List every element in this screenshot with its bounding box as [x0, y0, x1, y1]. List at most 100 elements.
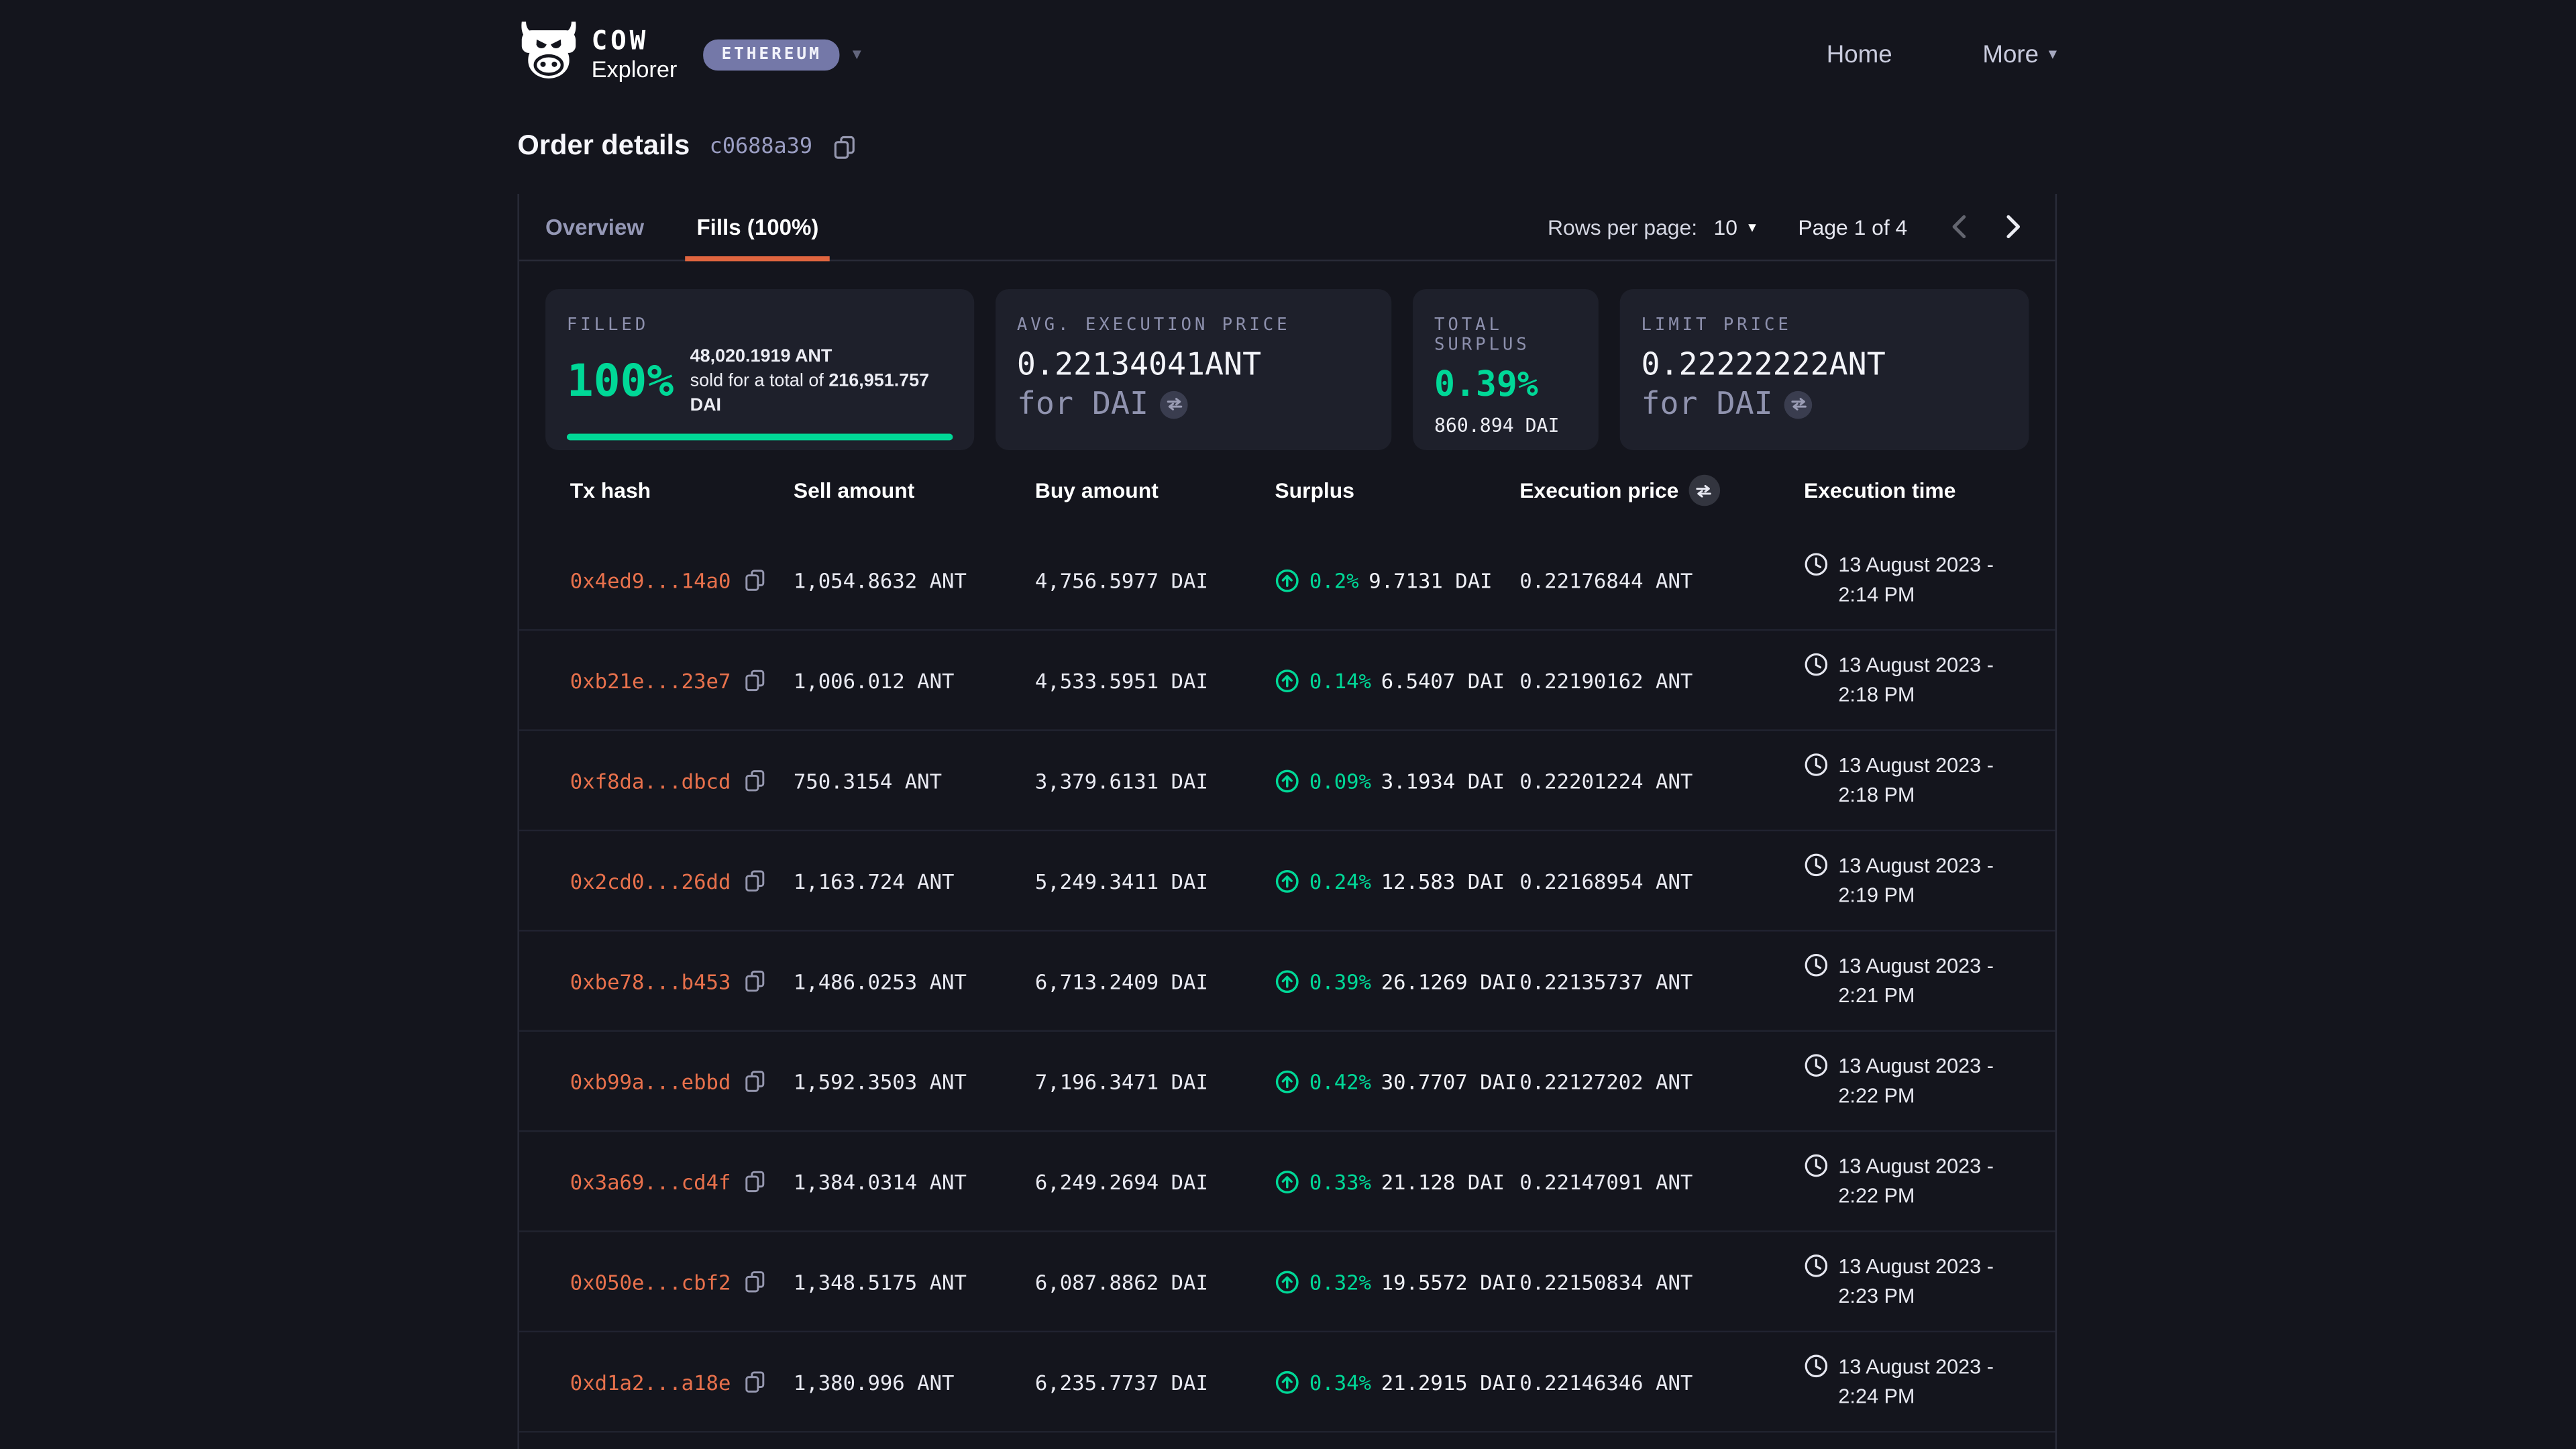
limit-price-unit: for DAI — [1642, 386, 1773, 423]
buy-amount: 6,235.7737 DAI — [1035, 1369, 1275, 1394]
execution-price: 0.22146346 ANT — [1519, 1369, 1804, 1394]
buy-amount: 4,756.5977 DAI — [1035, 568, 1275, 592]
buy-amount: 6,249.2694 DAI — [1035, 1169, 1275, 1193]
surplus-percent: 0.32% — [1309, 1269, 1371, 1294]
surplus-amount: 6.5407 DAI — [1381, 668, 1505, 693]
surplus-amount: 21.2915 DAI — [1381, 1369, 1517, 1394]
total-surplus-amount: 860.894 DAI — [1434, 414, 1577, 437]
execution-time: 13 August 2023 - 2:19 PM — [1838, 851, 2032, 910]
column-execution-price: Execution price — [1519, 475, 1804, 506]
rows-per-page-select[interactable]: 10 ▼ — [1714, 215, 1759, 239]
page-title: Order details — [517, 129, 690, 162]
clock-icon — [1804, 953, 1829, 985]
tab-overview[interactable]: Overview — [519, 194, 670, 260]
filled-percent: 100% — [567, 356, 674, 407]
execution-price: 0.22190162 ANT — [1519, 668, 1804, 693]
cow-logo-icon — [517, 21, 580, 87]
sell-amount: 1,006.012 ANT — [794, 668, 1035, 693]
cow-explorer-logo[interactable]: COW Explorer — [517, 21, 677, 87]
surplus-up-arrow-icon — [1275, 969, 1299, 994]
surplus-amount: 30.7707 DAI — [1381, 1069, 1517, 1093]
network-badge[interactable]: ETHEREUM — [704, 39, 840, 70]
avg-execution-price-card: AVG. EXECUTION PRICE 0.22134041ANT for D… — [996, 289, 1391, 450]
total-surplus-label: TOTAL SURPLUS — [1434, 315, 1577, 355]
order-hash[interactable]: c0688a39 — [710, 134, 812, 159]
pagination-controls: Rows per page: 10 ▼ Page 1 of 4 — [1548, 213, 2055, 239]
limit-price-value: 0.22222222ANT — [1642, 347, 2008, 383]
tx-hash-link[interactable]: 0xb99a...ebbd — [570, 1069, 731, 1093]
surplus-up-arrow-icon — [1275, 1169, 1299, 1193]
order-fills-panel: Overview Fills (100%) Rows per page: 10 … — [517, 194, 2057, 1449]
copy-tx-hash-icon[interactable] — [744, 1069, 765, 1092]
clock-icon — [1804, 1253, 1829, 1286]
avg-execution-price-label: AVG. EXECUTION PRICE — [1017, 315, 1371, 335]
tx-hash-link[interactable]: 0x3a69...cd4f — [570, 1169, 731, 1193]
surplus-amount: 26.1269 DAI — [1381, 969, 1517, 994]
clock-icon — [1804, 1053, 1829, 1085]
fills-table-body: 0x4ed9...14a0 1,054.8632 ANT 4,756.5977 … — [519, 531, 2055, 1432]
column-buy-amount: Buy amount — [1035, 478, 1275, 503]
sell-amount: 1,163.724 ANT — [794, 868, 1035, 893]
logo-product-text: Explorer — [592, 58, 678, 80]
execution-time: 13 August 2023 - 2:14 PM — [1838, 550, 2032, 610]
execution-price: 0.22127202 ANT — [1519, 1069, 1804, 1093]
surplus-up-arrow-icon — [1275, 668, 1299, 693]
execution-time: 13 August 2023 - 2:18 PM — [1838, 751, 2032, 810]
tx-hash-link[interactable]: 0x4ed9...14a0 — [570, 568, 731, 592]
column-sell-amount: Sell amount — [794, 478, 1035, 503]
surplus-percent: 0.42% — [1309, 1069, 1371, 1093]
next-page-button[interactable] — [1994, 213, 2032, 239]
filled-sold-amount: 48,020.1919 ANT — [690, 345, 953, 369]
page-title-row: Order details c0688a39 — [517, 129, 855, 162]
tx-hash-link[interactable]: 0xd1a2...a18e — [570, 1369, 731, 1394]
top-navigation-bar: COW Explorer ETHEREUM ▼ Home More ▾ — [517, 0, 2057, 109]
summary-cards: FILLED 100% 48,020.1919 ANT sold for a t… — [519, 261, 2055, 450]
network-dropdown-caret-icon[interactable]: ▼ — [849, 46, 864, 62]
execution-time: 13 August 2023 - 2:18 PM — [1838, 650, 2032, 710]
buy-amount: 4,533.5951 DAI — [1035, 668, 1275, 693]
page-indicator: Page 1 of 4 — [1798, 215, 1907, 239]
execution-price: 0.22147091 ANT — [1519, 1169, 1804, 1193]
column-execution-time: Execution time — [1804, 478, 2032, 503]
execution-time: 13 August 2023 - 2:22 PM — [1838, 1151, 2032, 1211]
copy-tx-hash-icon[interactable] — [744, 568, 765, 591]
execution-time: 13 August 2023 - 2:21 PM — [1838, 951, 2032, 1011]
invert-execution-price-icon[interactable] — [1688, 475, 1720, 506]
copy-tx-hash-icon[interactable] — [744, 1270, 765, 1293]
filled-detail: 48,020.1919 ANT sold for a total of 216,… — [690, 345, 953, 418]
tab-fills[interactable]: Fills (100%) — [670, 194, 845, 260]
copy-tx-hash-icon[interactable] — [744, 669, 765, 692]
filled-label: FILLED — [567, 315, 953, 335]
buy-amount: 6,087.8862 DAI — [1035, 1269, 1275, 1294]
tx-hash-link[interactable]: 0x050e...cbf2 — [570, 1269, 731, 1294]
tx-hash-link[interactable]: 0xf8da...dbcd — [570, 768, 731, 793]
page: COW Explorer ETHEREUM ▼ Home More ▾ Orde… — [0, 0, 2576, 1449]
copy-order-hash-icon[interactable] — [832, 134, 855, 159]
table-row: 0xf8da...dbcd 750.3154 ANT 3,379.6131 DA… — [519, 731, 2055, 831]
fills-table-header: Tx hash Sell amount Buy amount Surplus E… — [519, 450, 2055, 531]
copy-tx-hash-icon[interactable] — [744, 1370, 765, 1393]
copy-tx-hash-icon[interactable] — [744, 1170, 765, 1193]
nav-home-link[interactable]: Home — [1827, 40, 1892, 68]
copy-tx-hash-icon[interactable] — [744, 969, 765, 992]
nav-more-menu[interactable]: More ▾ — [1982, 40, 2057, 68]
avg-execution-price-unit: for DAI — [1017, 386, 1148, 423]
copy-tx-hash-icon[interactable] — [744, 769, 765, 792]
column-execution-price-label: Execution price — [1519, 478, 1678, 503]
sell-amount: 1,348.5175 ANT — [794, 1269, 1035, 1294]
surplus-percent: 0.09% — [1309, 768, 1371, 793]
limit-price-label: LIMIT PRICE — [1642, 315, 2008, 335]
surplus-amount: 21.128 DAI — [1381, 1169, 1505, 1193]
copy-tx-hash-icon[interactable] — [744, 869, 765, 892]
previous-page-button[interactable] — [1940, 213, 1978, 239]
surplus-amount: 3.1934 DAI — [1381, 768, 1505, 793]
surplus-up-arrow-icon — [1275, 1369, 1299, 1394]
invert-price-icon[interactable] — [1784, 390, 1813, 419]
tx-hash-link[interactable]: 0xb21e...23e7 — [570, 668, 731, 693]
tx-hash-link[interactable]: 0xbe78...b453 — [570, 969, 731, 994]
avg-execution-price-value: 0.22134041ANT — [1017, 347, 1371, 383]
invert-price-icon[interactable] — [1160, 390, 1188, 419]
tabs-bar: Overview Fills (100%) Rows per page: 10 … — [519, 194, 2055, 261]
buy-amount: 6,713.2409 DAI — [1035, 969, 1275, 994]
tx-hash-link[interactable]: 0x2cd0...26dd — [570, 868, 731, 893]
